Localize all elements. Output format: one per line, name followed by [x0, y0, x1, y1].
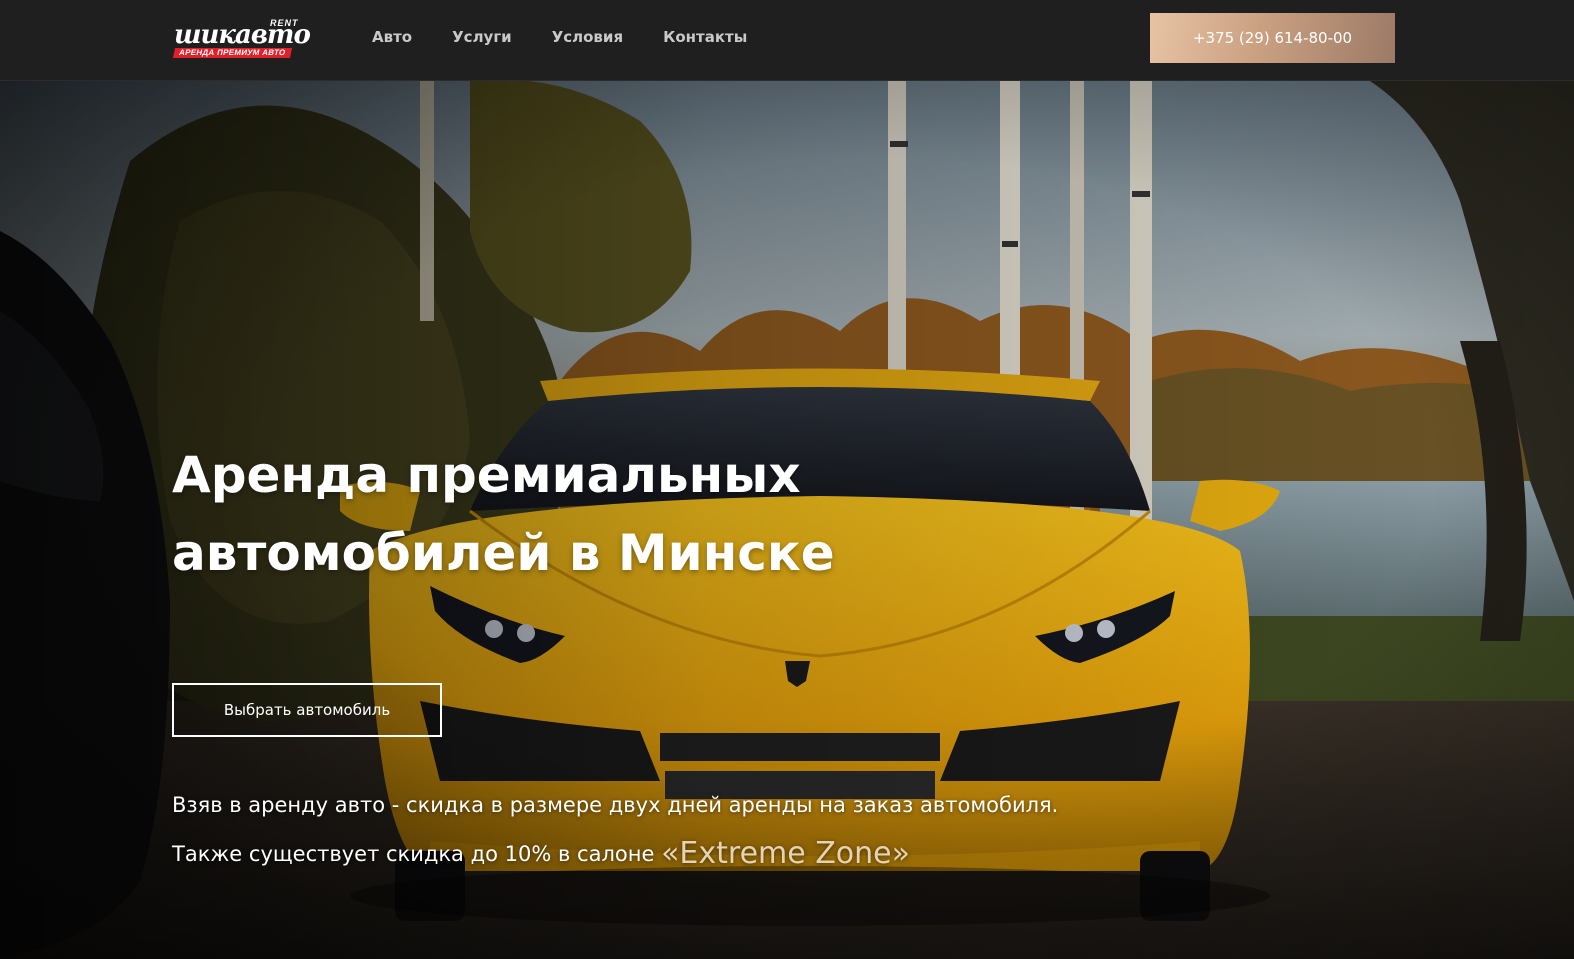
hero-title: Аренда премиальных автомобилей в Минске	[172, 436, 1072, 592]
nav-link-contacts[interactable]: Контакты	[663, 27, 747, 47]
logo-rent: RENT	[270, 18, 299, 28]
hero-title-line-2: автомобилей в Минске	[172, 524, 835, 582]
promo-line-2: Также существует скидка до 10% в салоне …	[172, 836, 1372, 871]
promo-line-1: Взяв в аренду авто - скидка в размере дв…	[172, 793, 1059, 817]
logo[interactable]: шикавто RENT АРЕНДА ПРЕМИУМ АВТО	[172, 16, 311, 62]
main-nav: Авто Услуги Условия Контакты	[372, 27, 747, 47]
choose-car-button[interactable]: Выбрать автомобиль	[172, 683, 442, 737]
extreme-zone-link[interactable]: «Extreme Zone»	[661, 836, 910, 871]
nav-link-conditions[interactable]: Условия	[552, 27, 623, 47]
phone-button[interactable]: +375 (29) 614-80-00	[1150, 13, 1395, 63]
logo-tagline: АРЕНДА ПРЕМИУМ АВТО	[172, 48, 292, 58]
nav-link-services[interactable]: Услуги	[452, 27, 512, 47]
hero-title-line-1: Аренда премиальных	[172, 446, 801, 504]
promo-line-2-text: Также существует скидка до 10% в салоне	[172, 842, 662, 866]
nav-link-auto[interactable]: Авто	[372, 27, 412, 47]
site-header: шикавто RENT АРЕНДА ПРЕМИУМ АВТО Авто Ус…	[0, 0, 1574, 81]
